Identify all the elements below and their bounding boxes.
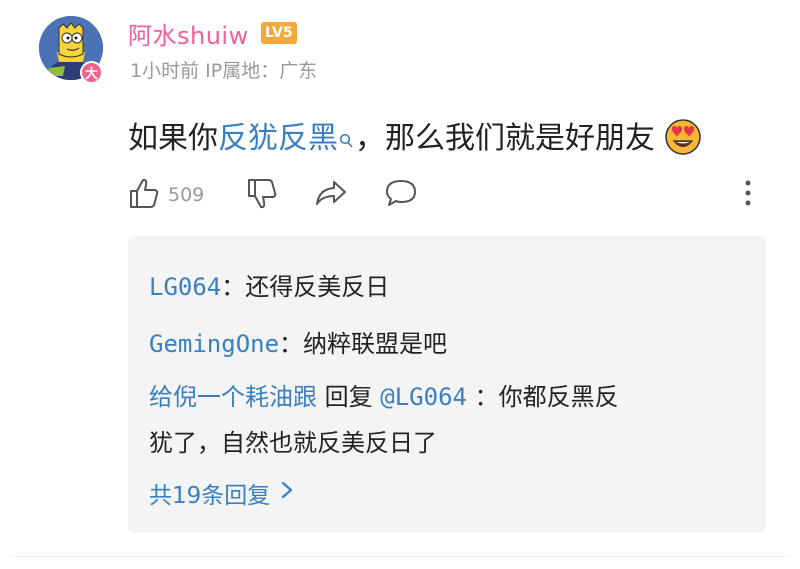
share-button[interactable] bbox=[314, 176, 348, 214]
username[interactable]: 阿水shuiw bbox=[128, 16, 249, 51]
more-icon[interactable] bbox=[740, 176, 756, 214]
reply-text: 纳粹联盟是吧 bbox=[303, 330, 448, 358]
reply-separator: ： bbox=[221, 273, 246, 301]
comment-text-before: 如果你 bbox=[128, 121, 218, 156]
reply-author[interactable]: GemingOne bbox=[149, 330, 279, 358]
reply-item[interactable]: GemingOne：纳粹联盟是吧 bbox=[149, 324, 447, 359]
reply-text: ：你都反黑反 bbox=[474, 383, 619, 411]
more-replies-label[interactable]: 共19条回复 bbox=[149, 476, 270, 510]
search-link[interactable]: 反犹反黑 bbox=[218, 121, 338, 156]
thumb-up-icon[interactable] bbox=[128, 176, 160, 214]
level-badge: LV5 bbox=[261, 22, 297, 44]
thumb-down-icon[interactable] bbox=[246, 176, 278, 214]
reply-text: 还得反美反日 bbox=[245, 273, 390, 301]
comment-text-after: ，那么我们就是好朋友 bbox=[355, 121, 655, 156]
post-meta: 1小时前 IP属地：广东 bbox=[130, 60, 318, 82]
reply-item[interactable]: LG064：还得反美反日 bbox=[149, 267, 389, 302]
search-icon[interactable] bbox=[339, 122, 353, 157]
reply-text-continued: 犹了，自然也就反美反日了 bbox=[149, 429, 437, 457]
replies-panel: LG064：还得反美反日 GemingOne：纳粹联盟是吧 给倪一个耗油跟 回复… bbox=[128, 236, 766, 533]
chevron-right-icon[interactable] bbox=[280, 480, 294, 506]
reply-author[interactable]: LG064 bbox=[149, 273, 221, 301]
like-count: 509 bbox=[168, 184, 205, 206]
divider bbox=[10, 556, 790, 557]
share-icon[interactable] bbox=[314, 176, 348, 214]
user-badge: 大 bbox=[80, 61, 103, 84]
more-button[interactable] bbox=[740, 176, 756, 214]
dislike-button[interactable] bbox=[246, 176, 278, 214]
reply-separator: ： bbox=[279, 330, 304, 358]
comment-text: 如果你反犹反黑 ，那么我们就是好朋友 bbox=[128, 113, 703, 164]
reply-mention[interactable]: @LG064 bbox=[380, 383, 467, 411]
reply-button[interactable] bbox=[384, 176, 418, 214]
comment-icon[interactable] bbox=[384, 176, 418, 214]
reply-item[interactable]: 给倪一个耗油跟 回复 @LG064 ：你都反黑反 bbox=[149, 377, 619, 412]
reply-action: 回复 bbox=[324, 383, 373, 411]
more-replies-link[interactable]: 共19条回复 bbox=[149, 476, 294, 510]
heart-eyes-emoji bbox=[663, 116, 703, 164]
reply-author[interactable]: 给倪一个耗油跟 bbox=[149, 383, 317, 411]
action-bar: 509 bbox=[128, 176, 768, 216]
like-button[interactable]: 509 bbox=[128, 176, 204, 214]
